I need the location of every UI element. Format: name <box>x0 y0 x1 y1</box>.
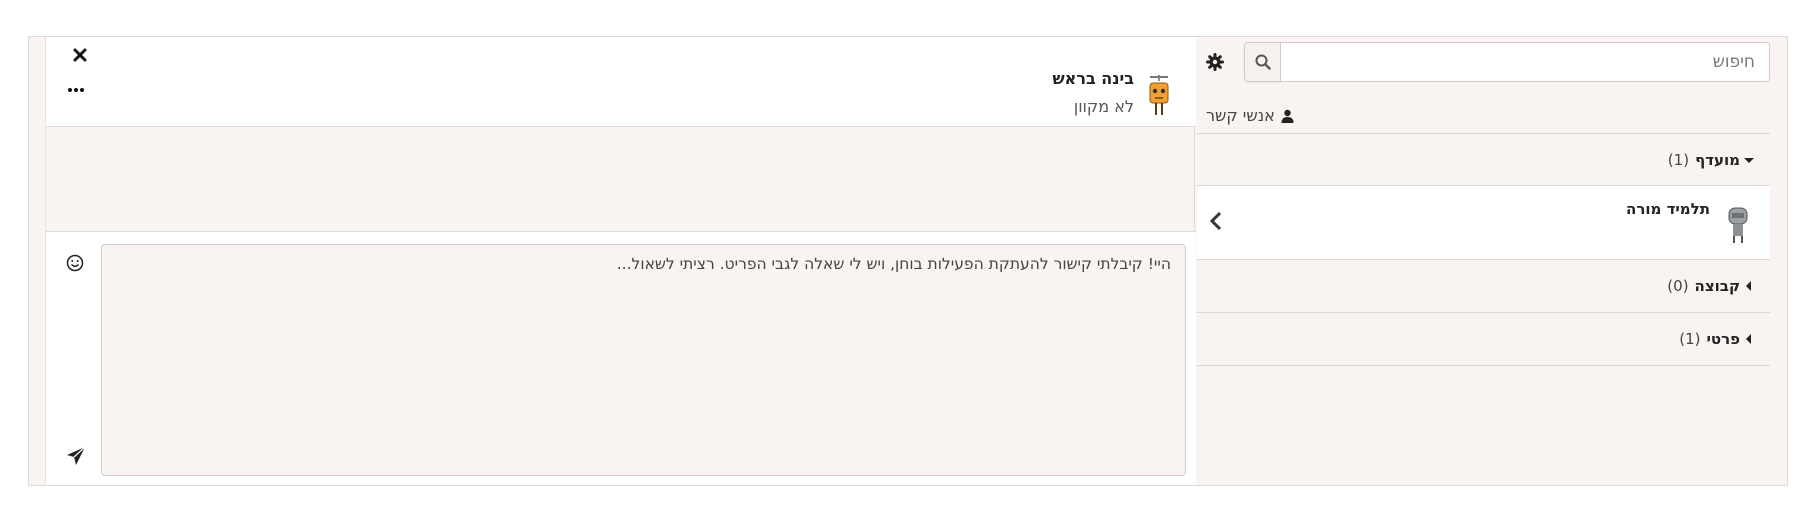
search-bar <box>1244 42 1770 82</box>
conversation-header: בינה בראש לא מקוון <box>46 37 1196 127</box>
contacts-panel: אנשי קשר מועדף (1) תלמיד מורה <box>1197 37 1770 485</box>
message-drawer: בינה בראש לא מקוון היי! קיבלתי קישור להע… <box>28 36 1788 486</box>
caret-down-icon <box>1744 157 1754 163</box>
send-icon[interactable] <box>66 446 86 466</box>
caret-left-icon <box>1746 280 1751 291</box>
contact-item[interactable]: תלמיד מורה <box>1197 185 1770 259</box>
conversation-user-status: לא מקוון <box>1073 97 1134 116</box>
emoji-icon[interactable] <box>66 254 84 272</box>
close-icon[interactable] <box>72 47 88 63</box>
section-title: קבוצה <box>1694 276 1740 295</box>
divider <box>1197 365 1770 366</box>
message-input[interactable] <box>101 244 1186 476</box>
section-starred[interactable]: מועדף (1) <box>1197 133 1770 185</box>
search-icon <box>1255 54 1271 70</box>
more-icon[interactable] <box>68 87 84 93</box>
section-title: פרטי <box>1706 329 1740 348</box>
section-count: (0) <box>1667 276 1689 295</box>
caret-left-icon <box>1746 333 1751 344</box>
conversation-user-name[interactable]: בינה בראש <box>1053 69 1134 88</box>
contacts-label: אנשי קשר <box>1206 106 1275 125</box>
user-avatar[interactable] <box>1144 73 1174 119</box>
contacts-link[interactable]: אנשי קשר <box>1206 106 1294 125</box>
section-count: (1) <box>1667 150 1690 169</box>
conversation-panel: בינה בראש לא מקוון <box>45 37 1196 485</box>
section-count: (1) <box>1679 329 1701 348</box>
contact-name: תלמיד מורה <box>1626 200 1710 218</box>
section-group[interactable]: קבוצה (0) <box>1197 259 1770 311</box>
user-icon <box>1281 109 1294 123</box>
message-compose <box>46 231 1196 485</box>
chevron-left-icon[interactable] <box>1209 210 1223 232</box>
contact-avatar <box>1728 207 1748 243</box>
gear-icon[interactable] <box>1206 53 1224 71</box>
section-private[interactable]: פרטי (1) <box>1197 312 1770 364</box>
search-button[interactable] <box>1244 42 1280 82</box>
section-title: מועדף <box>1695 150 1740 169</box>
search-input[interactable] <box>1280 42 1770 82</box>
